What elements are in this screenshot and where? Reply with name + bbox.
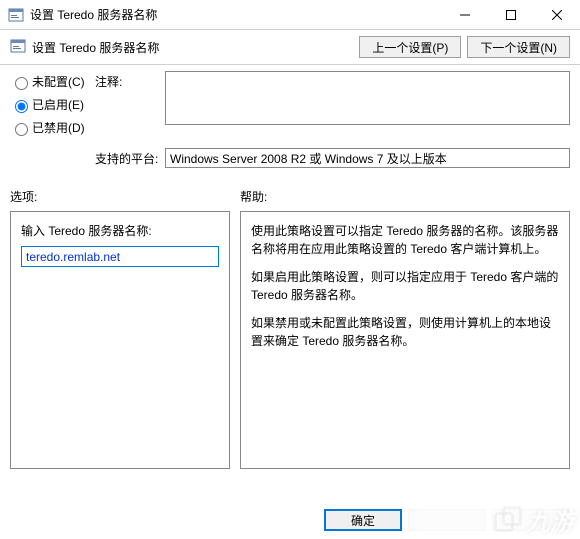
radio-group: 未配置(C) 已启用(E) 已禁用(D) xyxy=(10,71,95,142)
apply-button[interactable] xyxy=(492,509,570,531)
comment-label: 注释: xyxy=(95,71,165,90)
radio-disabled-input[interactable] xyxy=(15,123,28,136)
ok-button[interactable]: 确定 xyxy=(324,509,402,531)
previous-setting-button[interactable]: 上一个设置(P) xyxy=(359,36,461,58)
radio-label: 已禁用(D) xyxy=(32,119,85,136)
help-paragraph: 使用此策略设置可以指定 Teredo 服务器的名称。该服务器名称将用在应用此策略… xyxy=(251,222,559,258)
close-button[interactable] xyxy=(534,0,580,29)
options-panel: 输入 Teredo 服务器名称: xyxy=(10,211,230,469)
help-label: 帮助: xyxy=(240,184,570,211)
radio-label: 已启用(E) xyxy=(32,96,84,113)
options-label: 选项: xyxy=(10,184,230,211)
radio-not-configured-input[interactable] xyxy=(15,77,28,90)
radio-enabled-input[interactable] xyxy=(15,100,28,113)
server-name-label: 输入 Teredo 服务器名称: xyxy=(21,222,219,240)
footer-buttons: 确定 xyxy=(324,509,570,531)
dialog-title: 设置 Teredo 服务器名称 xyxy=(32,39,353,56)
supported-label: 支持的平台: xyxy=(95,148,165,167)
maximize-button[interactable] xyxy=(488,0,534,29)
app-icon xyxy=(8,7,24,23)
help-paragraph: 如果禁用或未配置此策略设置，则使用计算机上的本地设置来确定 Teredo 服务器… xyxy=(251,314,559,350)
radio-label: 未配置(C) xyxy=(32,73,85,90)
dialog-icon xyxy=(10,38,26,57)
title-bar: 设置 Teredo 服务器名称 xyxy=(0,0,580,30)
window-controls xyxy=(442,0,580,29)
server-name-input[interactable] xyxy=(21,246,219,267)
minimize-button[interactable] xyxy=(442,0,488,29)
next-setting-button[interactable]: 下一个设置(N) xyxy=(467,36,570,58)
cancel-button[interactable] xyxy=(408,509,486,531)
comment-textarea[interactable] xyxy=(165,71,570,125)
help-paragraph: 如果启用此策略设置，则可以指定应用于 Teredo 客户端的 Teredo 服务… xyxy=(251,268,559,304)
header-bar: 设置 Teredo 服务器名称 上一个设置(P) 下一个设置(N) xyxy=(0,30,580,65)
radio-enabled[interactable]: 已启用(E) xyxy=(10,96,95,113)
supported-platforms-field: Windows Server 2008 R2 或 Windows 7 及以上版本 xyxy=(165,148,570,168)
radio-disabled[interactable]: 已禁用(D) xyxy=(10,119,95,136)
window-title: 设置 Teredo 服务器名称 xyxy=(30,6,442,23)
help-panel: 使用此策略设置可以指定 Teredo 服务器的名称。该服务器名称将用在应用此策略… xyxy=(240,211,570,469)
radio-not-configured[interactable]: 未配置(C) xyxy=(10,73,95,90)
